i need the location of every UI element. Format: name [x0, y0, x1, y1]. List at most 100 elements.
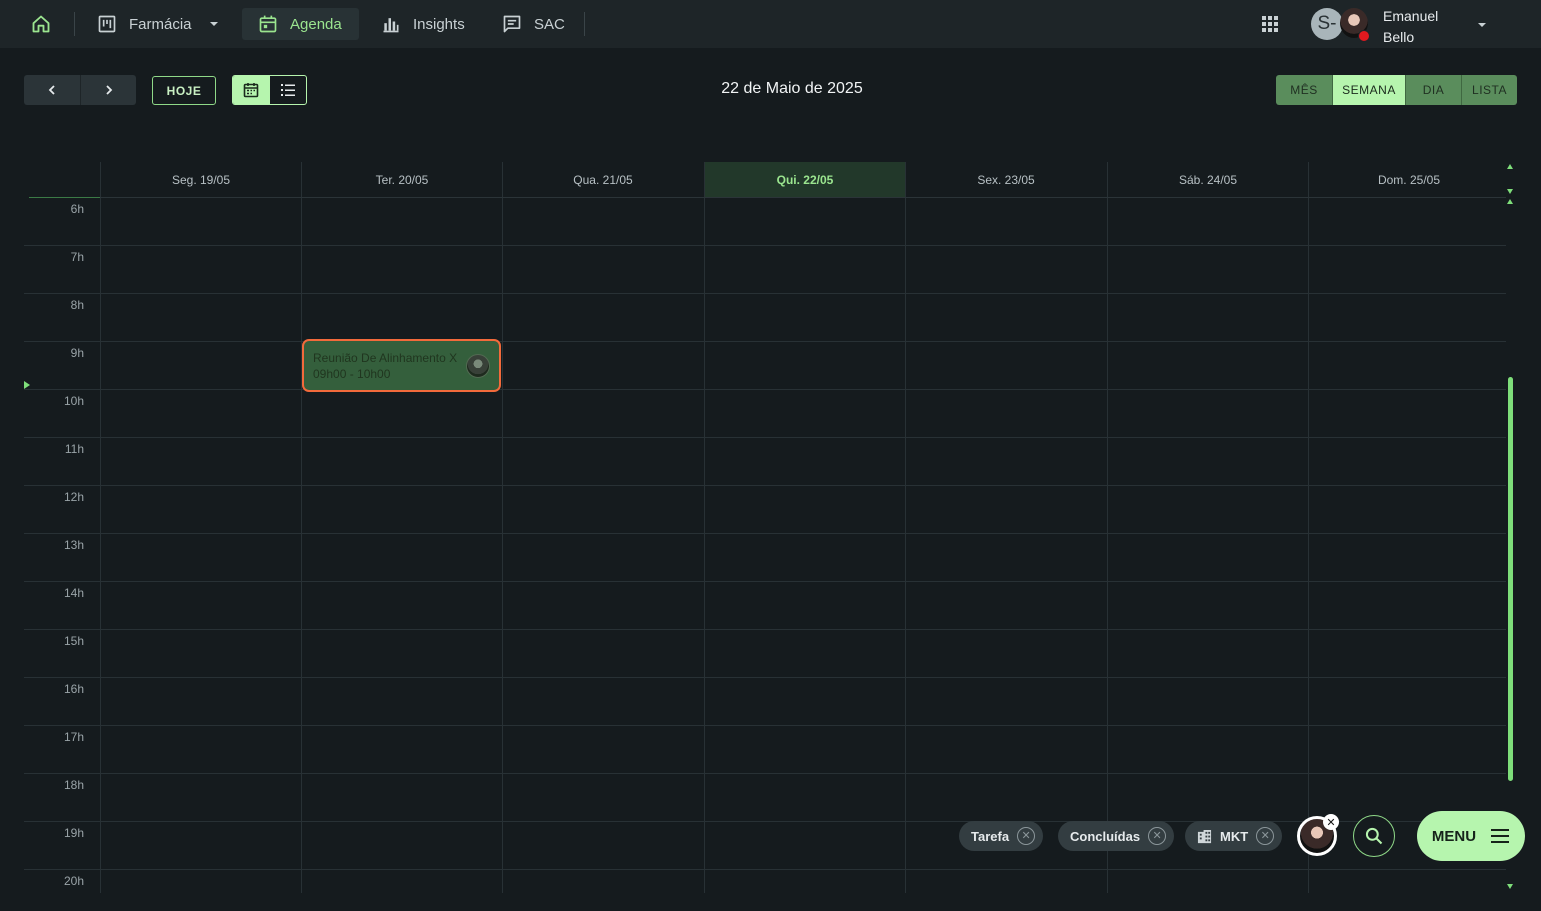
top-navigation-bar: Farmácia Agenda Insights SAC S- Emanuel … — [0, 0, 1541, 48]
menu-label: MENU — [1431, 827, 1477, 845]
event-title: Reunião De Alinhamento X — [313, 351, 458, 365]
hour-label: 9h — [70, 346, 84, 360]
hour-row-divider — [24, 293, 1506, 294]
hour-label: 11h — [64, 442, 84, 456]
hour-label: 20h — [63, 874, 84, 888]
range-tabs: MÊS SEMANA DIA LISTA — [1276, 75, 1517, 105]
day-header-today[interactable]: Qui. 22/05 — [705, 162, 905, 198]
remove-filter-icon[interactable]: ✕ — [1017, 827, 1036, 845]
user-last-name: Bello — [1383, 29, 1415, 45]
hour-row-divider — [24, 629, 1506, 630]
week-calendar: Seg. 19/05 Ter. 20/05 Qua. 21/05 Qui. 22… — [24, 162, 1506, 893]
day-header[interactable]: Dom. 25/05 — [1309, 162, 1506, 198]
apps-grid-icon[interactable] — [1258, 12, 1282, 36]
filter-chip-label: Tarefa — [971, 828, 1010, 844]
menu-button[interactable]: MENU — [1417, 811, 1525, 861]
filter-chip-mkt[interactable]: MKT ✕ — [1185, 821, 1283, 851]
hour-row-divider — [24, 389, 1506, 390]
remove-filter-icon[interactable]: ✕ — [1148, 827, 1167, 845]
tab-dia[interactable]: DIA — [1405, 75, 1461, 105]
hour-label: 19h — [63, 826, 84, 840]
nav-item-label: Farmácia — [129, 15, 192, 33]
day-column-divider — [301, 162, 302, 893]
search-button[interactable] — [1353, 815, 1395, 857]
tab-semana[interactable]: SEMANA — [1332, 75, 1405, 105]
day-column-divider — [1308, 162, 1309, 893]
event-assignee-avatar — [466, 354, 490, 378]
day-column-divider — [704, 162, 705, 893]
calendar-event[interactable]: Reunião De Alinhamento X 09h00 - 10h00 — [302, 339, 501, 392]
previous-week-button[interactable] — [24, 75, 80, 105]
chevron-right-icon — [105, 85, 112, 95]
board-icon — [98, 15, 116, 33]
chevron-down-icon[interactable] — [208, 18, 220, 30]
home-icon[interactable] — [29, 12, 53, 36]
header-divider — [100, 197, 1506, 198]
list-view-button[interactable] — [270, 76, 307, 104]
next-week-button[interactable] — [80, 75, 136, 105]
day-column-divider — [502, 162, 503, 893]
hour-label: 14h — [63, 586, 84, 600]
date-navigation — [24, 75, 136, 105]
nav-item-farmacia[interactable]: Farmácia — [81, 8, 236, 40]
day-header[interactable]: Seg. 19/05 — [101, 162, 301, 198]
day-column-divider — [100, 162, 101, 893]
calendar-icon — [259, 15, 277, 33]
hour-row-divider — [24, 485, 1506, 486]
hour-row-divider — [24, 725, 1506, 726]
hour-label: 16h — [63, 682, 84, 696]
list-icon — [280, 84, 295, 96]
current-date-title: 22 de Maio de 2025 — [721, 80, 863, 97]
calendar-view-button[interactable] — [233, 76, 270, 104]
search-icon — [1365, 827, 1383, 845]
user-first-name: Emanuel — [1383, 8, 1439, 24]
chevron-left-icon — [48, 85, 55, 95]
hour-label: 17h — [63, 730, 84, 744]
workspace-avatar: S- — [1311, 8, 1343, 40]
hour-row-divider — [24, 245, 1506, 246]
filter-chip-label: MKT — [1220, 828, 1249, 844]
scroll-down-arrow[interactable] — [1507, 884, 1513, 889]
hamburger-icon — [1491, 829, 1510, 843]
today-button[interactable]: HOJE — [152, 76, 216, 105]
day-header[interactable]: Qua. 21/05 — [503, 162, 703, 198]
filter-chip-tarefa[interactable]: Tarefa ✕ — [959, 821, 1044, 851]
user-menu[interactable]: S- Emanuel Bello — [1310, 6, 1500, 45]
tab-lista[interactable]: LISTA — [1461, 75, 1517, 105]
scroll-up-arrow[interactable] — [1507, 199, 1513, 204]
time-gutter-divider — [29, 197, 100, 198]
nav-divider — [584, 12, 585, 36]
hour-label: 6h — [70, 202, 84, 216]
nav-item-label: SAC — [534, 15, 565, 33]
filter-chip-concluidas[interactable]: Concluídas ✕ — [1058, 821, 1175, 851]
scroll-down-arrow[interactable] — [1507, 189, 1513, 194]
nav-item-label: Insights — [413, 15, 465, 33]
nav-divider — [74, 12, 75, 36]
bar-chart-icon — [383, 18, 399, 33]
nav-item-agenda[interactable]: Agenda — [242, 8, 359, 40]
day-header[interactable]: Ter. 20/05 — [302, 162, 502, 198]
remove-user-filter-icon[interactable]: ✕ — [1323, 814, 1339, 830]
building-icon — [1197, 829, 1212, 843]
chevron-down-icon[interactable] — [1476, 19, 1488, 31]
nav-item-sac[interactable]: SAC — [486, 8, 581, 40]
chat-icon — [503, 15, 521, 33]
hour-row-divider — [24, 821, 1506, 822]
remove-filter-icon[interactable]: ✕ — [1256, 827, 1275, 845]
hour-label: 12h — [63, 490, 84, 504]
filter-chip-label: Concluídas — [1070, 828, 1141, 844]
nav-item-insights[interactable]: Insights — [365, 8, 481, 40]
day-header[interactable]: Sex. 23/05 — [906, 162, 1106, 198]
day-header[interactable]: Sáb. 24/05 — [1108, 162, 1308, 198]
day-column-divider — [1107, 162, 1108, 893]
scroll-up-arrow[interactable] — [1507, 164, 1513, 169]
scrollbar-thumb[interactable] — [1508, 377, 1513, 781]
event-time: 09h00 - 10h00 — [313, 367, 391, 381]
hour-label: 13h — [63, 538, 84, 552]
tab-mes[interactable]: MÊS — [1276, 75, 1332, 105]
hour-label: 8h — [70, 298, 84, 312]
hour-row-divider — [24, 533, 1506, 534]
hour-row-divider — [24, 773, 1506, 774]
view-mode-toggle — [232, 75, 307, 105]
hour-row-divider — [24, 677, 1506, 678]
